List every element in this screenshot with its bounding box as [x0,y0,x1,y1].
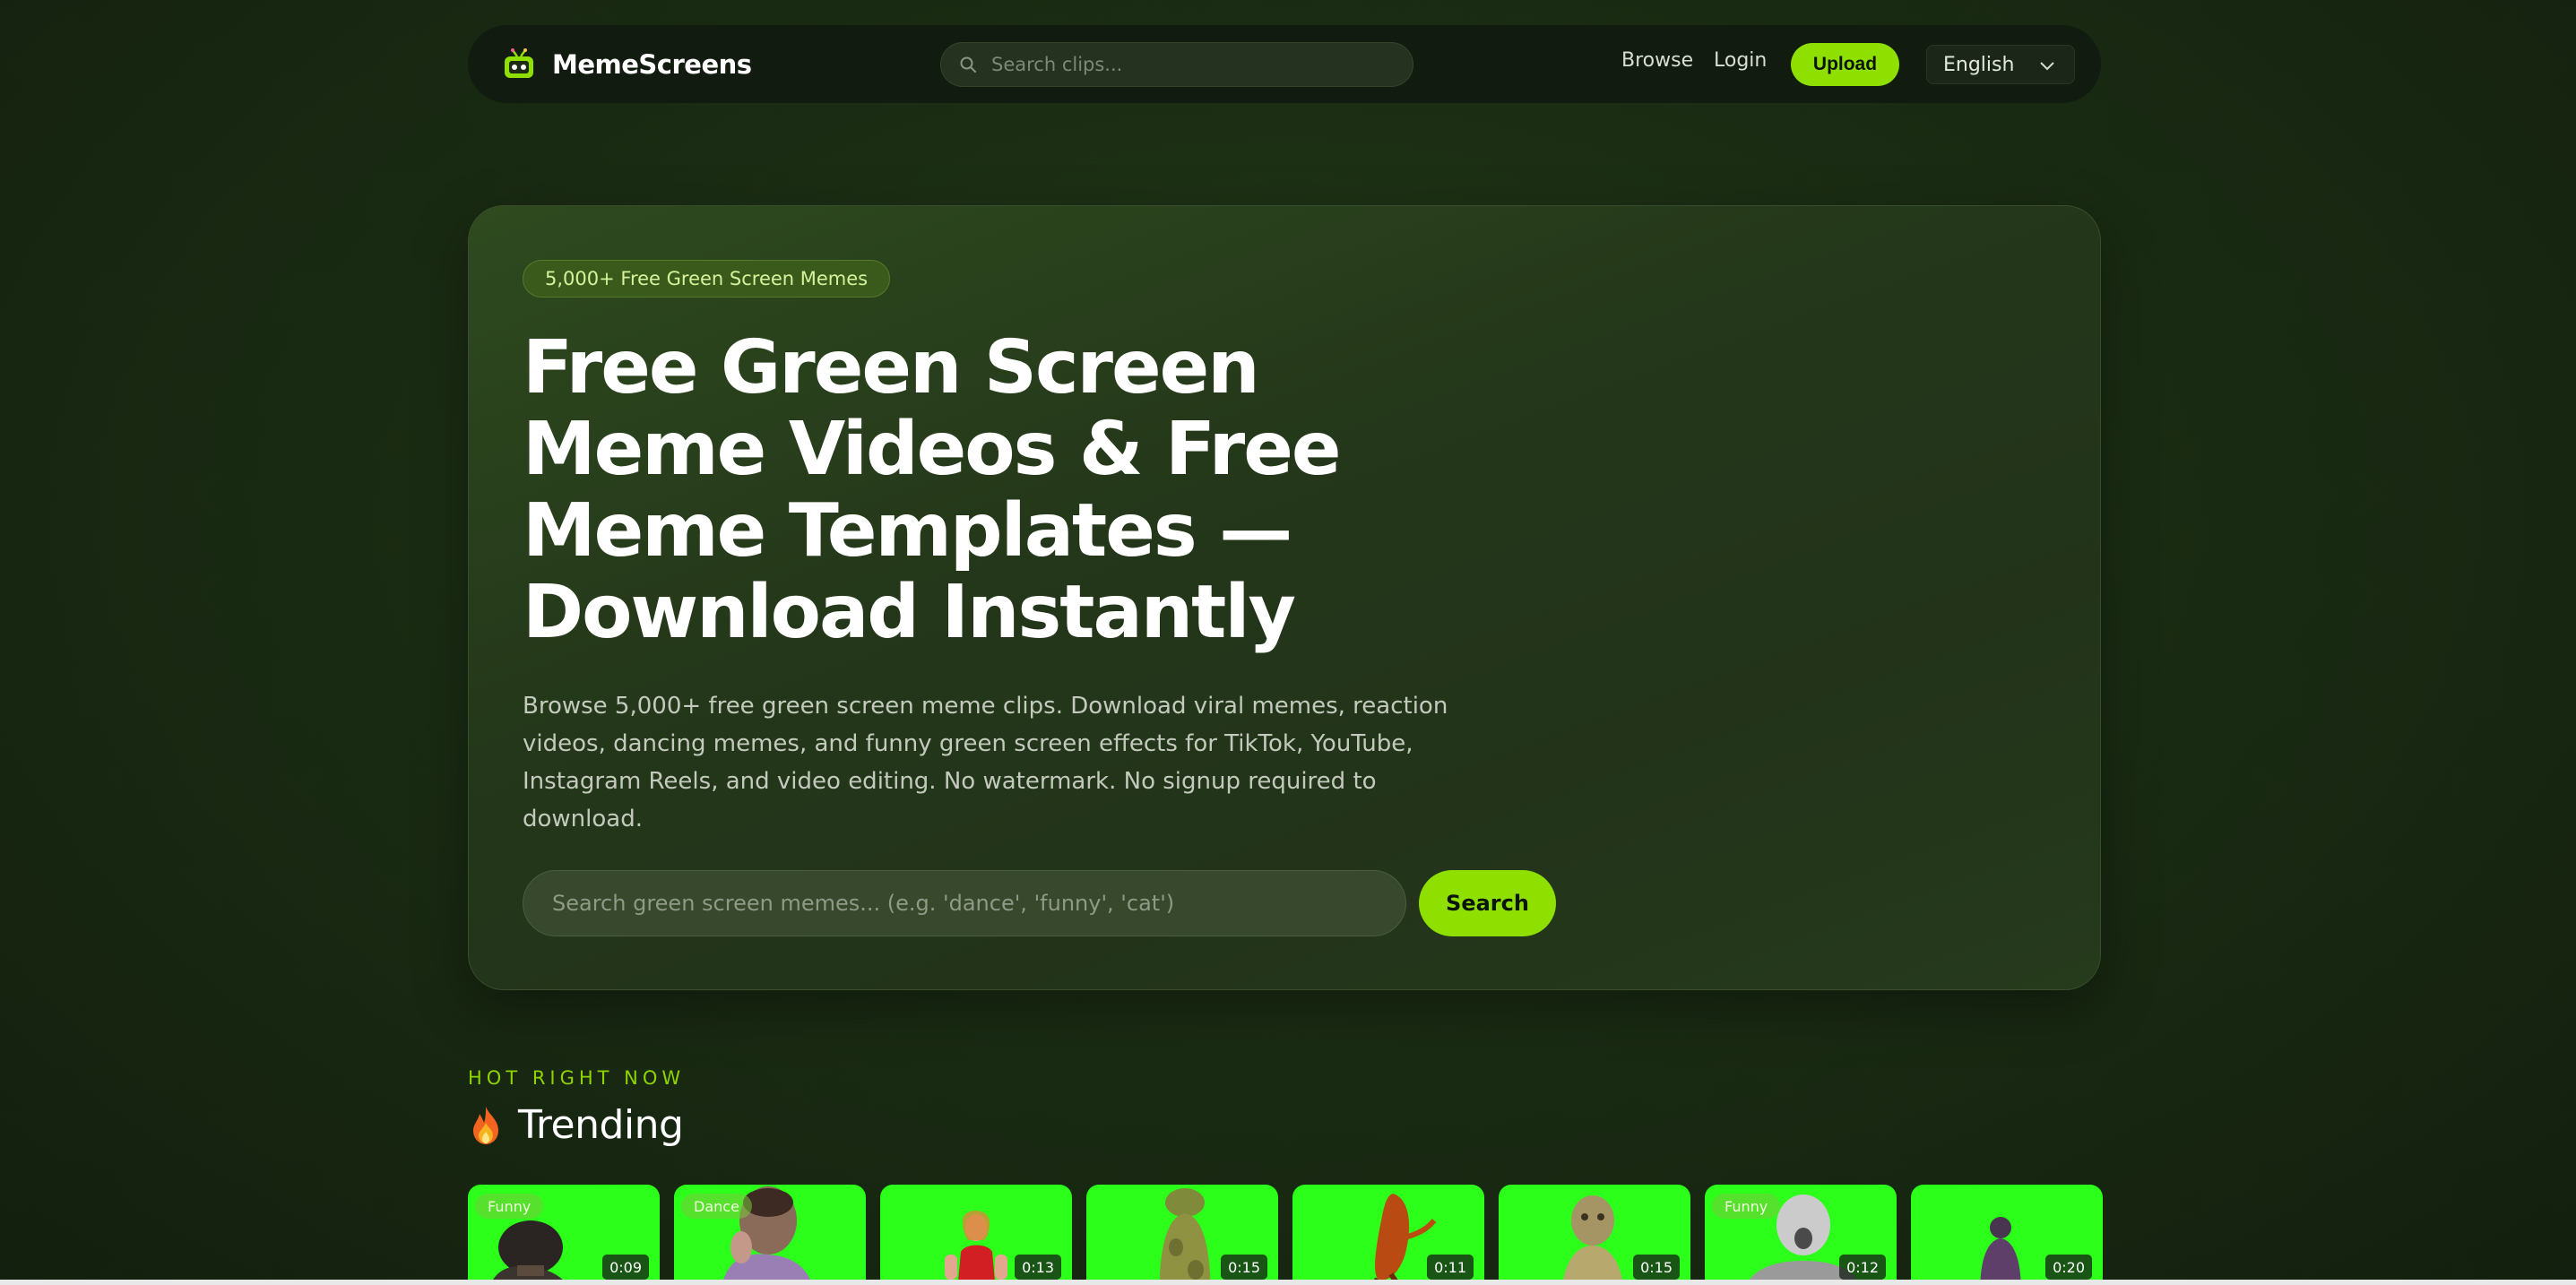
clip-duration: 0:11 [1427,1255,1474,1280]
language-select[interactable]: English [1926,45,2075,84]
clip-duration: 0:15 [1633,1255,1680,1280]
hero-search-input[interactable] [550,890,1379,917]
nav-search-box[interactable] [940,42,1413,87]
nav-link-login[interactable]: Login [1714,49,1767,72]
hero-title: Free Green Screen Meme Videos & Free Mem… [523,325,1341,655]
clip-card[interactable]: Funny 0:09 [468,1185,660,1285]
fire-icon [473,1106,498,1144]
clip-duration: 0:09 [602,1255,649,1280]
clip-tag: Funny [1712,1194,1781,1219]
clip-card[interactable]: 0:20 [1911,1185,2103,1285]
clip-card[interactable]: Dance [674,1185,866,1285]
top-navbar: MemeScreens Browse Login Upload English [468,25,2101,103]
upload-button[interactable]: Upload [1791,43,1899,86]
logo-text: MemeScreens [552,49,752,80]
nav-search-input[interactable] [990,53,1387,76]
bottom-edge [0,1280,2576,1285]
clip-duration: 0:12 [1839,1255,1886,1280]
clip-duration: 0:20 [2045,1255,2092,1280]
clip-card[interactable]: 0:15 [1499,1185,1690,1285]
clip-card[interactable]: 0:13 [880,1185,1072,1285]
clip-tag: Dance [681,1194,752,1219]
chevron-down-icon [2040,62,2054,71]
clip-tag: Funny [475,1194,544,1219]
tv-robot-icon [505,48,533,78]
hero-panel: 5,000+ Free Green Screen Memes Free Gree… [468,205,2101,990]
hero-badge: 5,000+ Free Green Screen Memes [523,260,891,298]
clip-duration: 0:15 [1221,1255,1267,1280]
clip-card[interactable]: 0:15 [1086,1185,1278,1285]
hero-search-button[interactable]: Search [1419,870,1556,936]
nav-link-browse[interactable]: Browse [1621,49,1693,72]
search-icon [960,56,976,73]
logo[interactable]: MemeScreens [502,45,752,84]
trending-heading: Trending [468,1102,684,1148]
trending-clips-row: Funny 0:09 Dance 0:13 0:15 0:11 0:15 Fun… [468,1185,2103,1285]
hero-search-box[interactable] [523,870,1406,936]
clip-card[interactable]: Funny 0:12 [1705,1185,1897,1285]
hero-description: Browse 5,000+ free green screen meme cli… [523,693,1448,832]
clip-duration: 0:13 [1015,1255,1061,1280]
language-selected-value: English [1943,53,2015,76]
trending-eyebrow: HOT RIGHT NOW [468,1067,686,1089]
clip-card[interactable]: 0:11 [1292,1185,1484,1285]
trending-title: Trending [518,1102,684,1148]
